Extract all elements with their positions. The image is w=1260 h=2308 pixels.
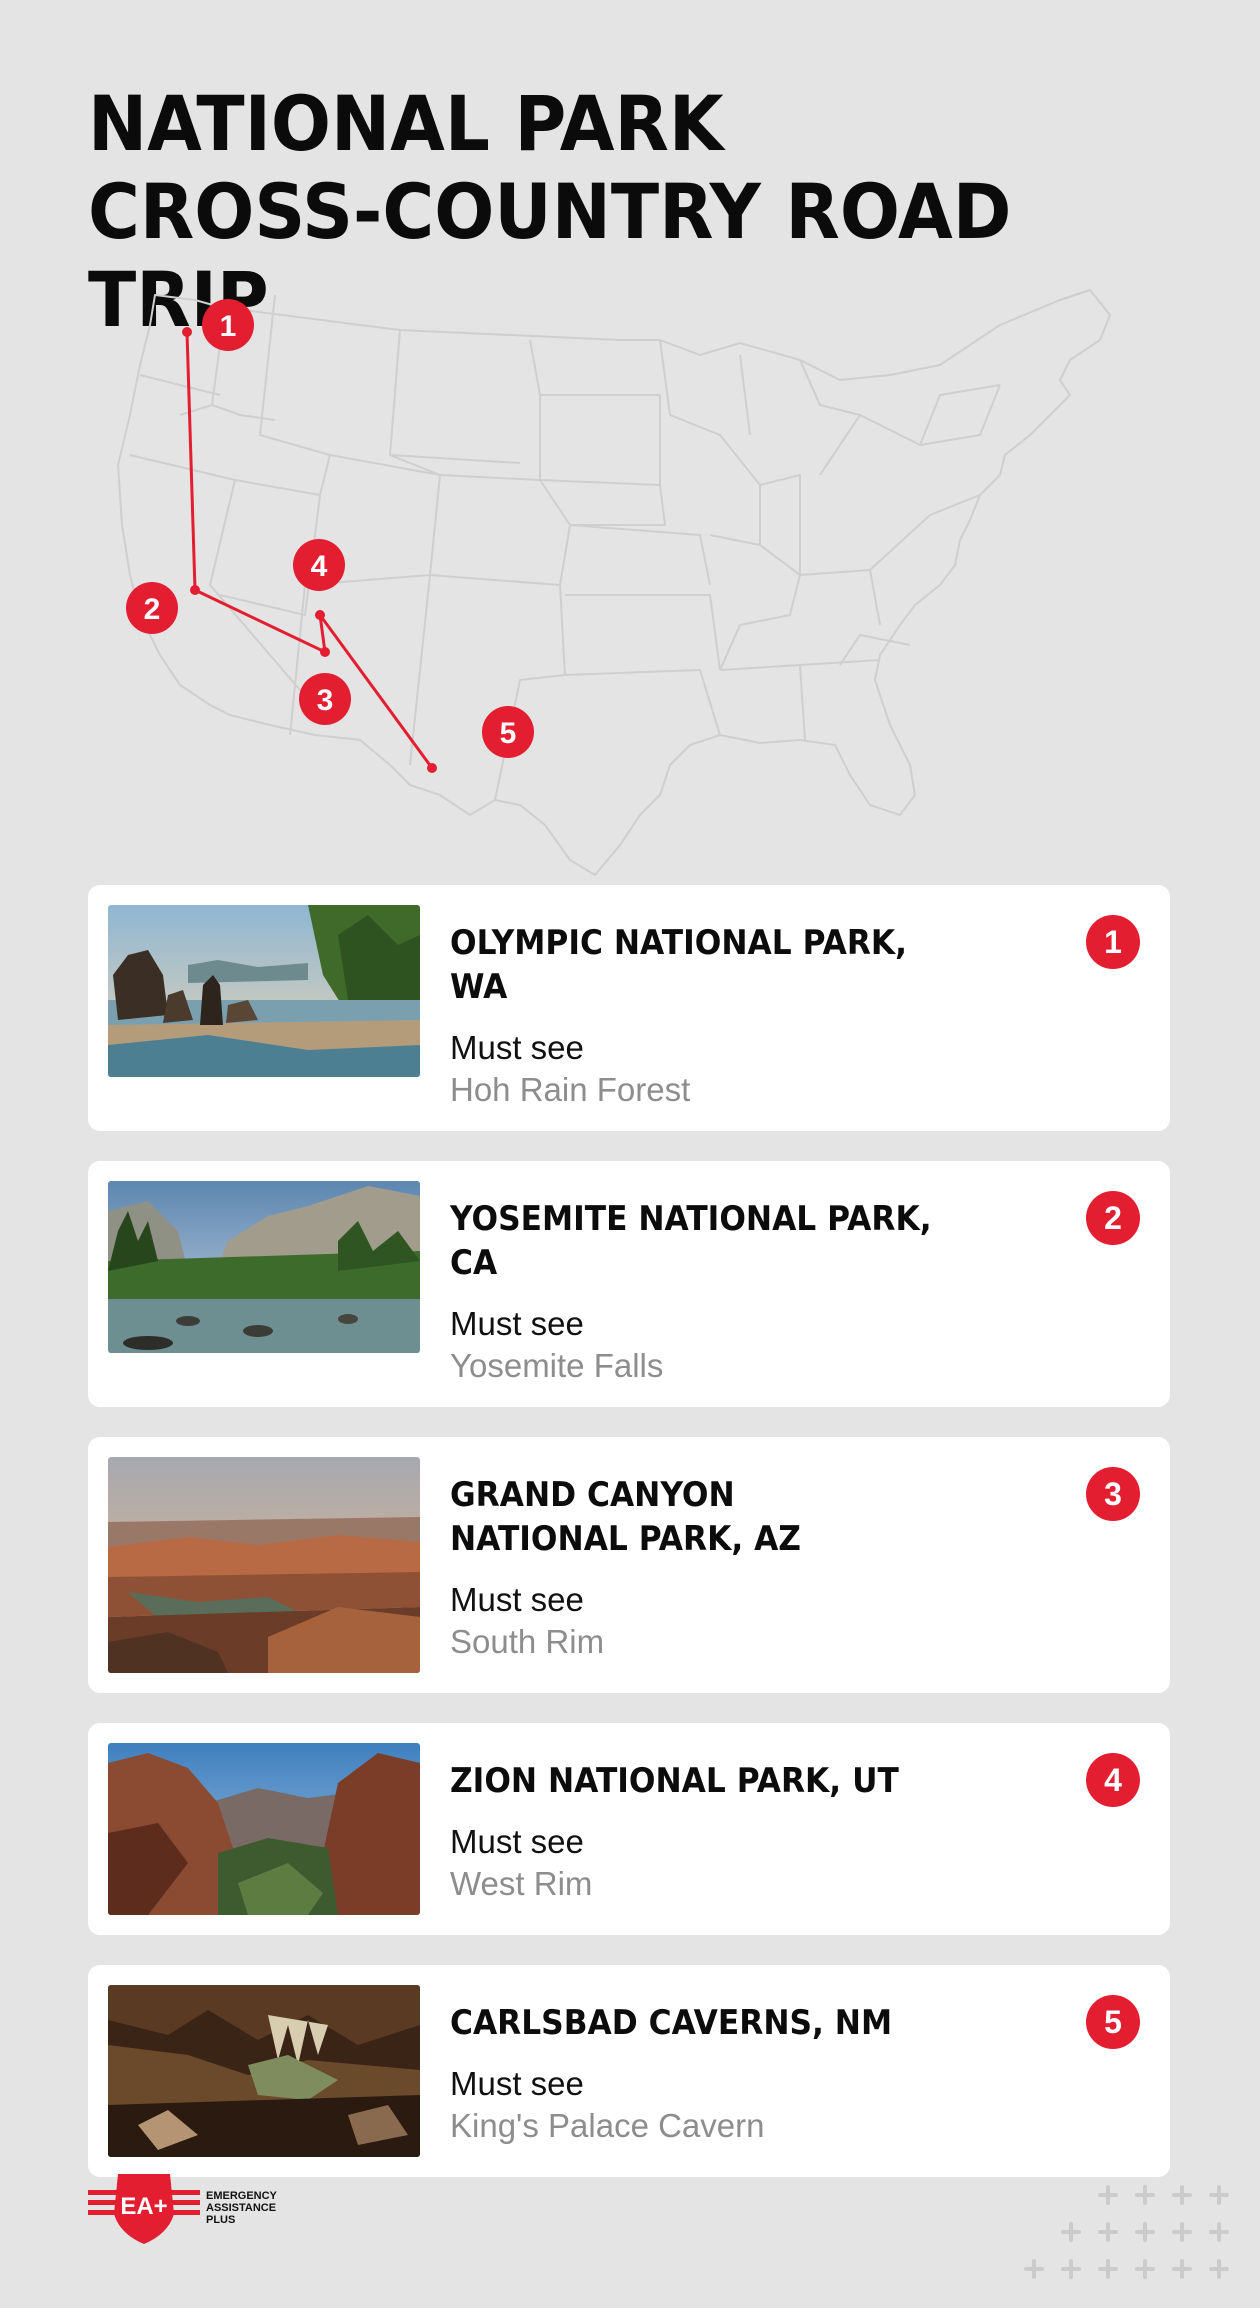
title-line-1: NATIONAL PARK [88, 79, 724, 168]
park-card-carlsbad: CARLSBAD CAVERNS, NM Must see King's Pal… [88, 1965, 1170, 2177]
park-name: ZION NATIONAL PARK, UT [450, 1761, 899, 1801]
park-info: OLYMPIC NATIONAL PARK, WA Must see Hoh R… [450, 905, 1150, 1111]
park-info: ZION NATIONAL PARK, UT Must see West Rim [450, 1743, 1150, 1905]
must-see-highlight: Hoh Rain Forest [450, 1071, 691, 1108]
park-photo-carlsbad [108, 1985, 420, 2157]
brand-name-line-3: PLUS [206, 2214, 236, 2226]
park-name: GRAND CANYON NATIONAL PARK, AZ [450, 1475, 801, 1559]
map-marker-3: 3 [299, 673, 351, 725]
svg-text:5: 5 [500, 717, 517, 750]
svg-text:4: 4 [311, 550, 328, 583]
route-map: 1 2 3 4 5 [100, 285, 1190, 885]
must-see-label: Must see [450, 2065, 584, 2102]
park-photo-zion [108, 1743, 420, 1915]
park-info: GRAND CANYON NATIONAL PARK, AZ Must see … [450, 1457, 1150, 1663]
park-info: YOSEMITE NATIONAL PARK, CA Must see Yose… [450, 1181, 1150, 1387]
brand-name-line-2: ASSISTANCE [206, 2202, 277, 2214]
shield-logo-icon: EA+ [88, 2174, 200, 2244]
park-number-badge: 2 [1086, 1191, 1140, 1245]
must-see-highlight: West Rim [450, 1865, 593, 1902]
park-number-badge: 5 [1086, 1995, 1140, 2049]
svg-text:1: 1 [220, 310, 237, 343]
must-see-highlight: King's Palace Cavern [450, 2107, 765, 2144]
brand-name: EMERGENCY ASSISTANCE PLUS [206, 2190, 277, 2226]
brand-name-line-1: EMERGENCY [206, 2190, 277, 2202]
infographic-page: NATIONAL PARK CROSS-COUNTRY ROAD TRIP 1 … [0, 0, 1260, 2308]
park-card-yosemite: YOSEMITE NATIONAL PARK, CA Must see Yose… [88, 1161, 1170, 1407]
park-photo-olympic [108, 905, 420, 1077]
park-photo-yosemite [108, 1181, 420, 1353]
park-card-grand-canyon: GRAND CANYON NATIONAL PARK, AZ Must see … [88, 1437, 1170, 1693]
park-name: YOSEMITE NATIONAL PARK, CA [450, 1199, 932, 1283]
park-name: OLYMPIC NATIONAL PARK, WA [450, 923, 908, 1007]
must-see-label: Must see [450, 1581, 584, 1618]
park-card-olympic: OLYMPIC NATIONAL PARK, WA Must see Hoh R… [88, 885, 1170, 1131]
must-see-label: Must see [450, 1029, 584, 1066]
must-see-highlight: Yosemite Falls [450, 1347, 664, 1384]
us-map-outline: 1 2 3 4 5 [117, 289, 1111, 876]
must-see-label: Must see [450, 1305, 584, 1342]
park-list: OLYMPIC NATIONAL PARK, WA Must see Hoh R… [88, 885, 1170, 2207]
park-number-badge: 3 [1086, 1467, 1140, 1521]
park-name: CARLSBAD CAVERNS, NM [450, 2003, 893, 2043]
svg-text:2: 2 [144, 593, 161, 626]
svg-text:EA+: EA+ [120, 2193, 167, 2220]
map-marker-2: 2 [126, 582, 178, 634]
must-see-highlight: South Rim [450, 1623, 605, 1660]
park-number-badge: 4 [1086, 1753, 1140, 1807]
park-card-zion: ZION NATIONAL PARK, UT Must see West Rim… [88, 1723, 1170, 1935]
svg-text:3: 3 [317, 684, 334, 717]
park-number-badge: 1 [1086, 915, 1140, 969]
park-photo-grand-canyon [108, 1457, 420, 1673]
map-marker-4: 4 [293, 539, 345, 591]
brand-logo: EA+ EMERGENCY ASSISTANCE PLUS [88, 2168, 308, 2248]
must-see-label: Must see [450, 1823, 584, 1860]
map-marker-1: 1 [202, 299, 254, 351]
map-marker-5: 5 [482, 706, 534, 758]
park-info: CARLSBAD CAVERNS, NM Must see King's Pal… [450, 1985, 1150, 2147]
decorative-plus-grid [1018, 2180, 1238, 2290]
